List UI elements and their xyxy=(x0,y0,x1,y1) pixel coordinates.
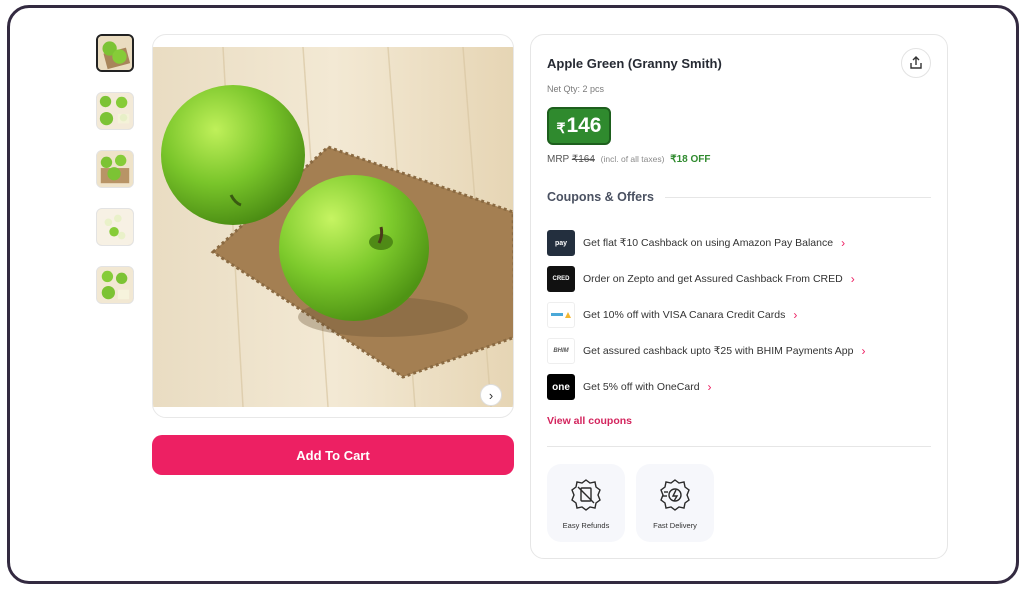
next-image-button[interactable]: › xyxy=(480,384,502,406)
product-details-card: Apple Green (Granny Smith) Net Qty: 2 pc… xyxy=(530,34,948,559)
feature-label: Fast Delivery xyxy=(653,521,697,530)
offer-text: Get 5% off with OneCard xyxy=(583,381,700,393)
cred-logo-icon: CRED xyxy=(547,266,575,292)
coupons-divider xyxy=(665,197,931,198)
chevron-right-icon: › xyxy=(488,387,494,403)
thumbnail-1[interactable] xyxy=(96,34,134,72)
price-value: 146 xyxy=(566,114,602,137)
offer-item-onecard[interactable]: one Get 5% off with OneCard › xyxy=(547,369,927,405)
share-button[interactable] xyxy=(901,48,931,78)
offer-text: Get assured cashback upto ₹25 with BHIM … xyxy=(583,345,854,357)
share-icon xyxy=(910,56,922,69)
bhim-logo-icon: BHIM xyxy=(547,338,575,364)
thumbnail-5[interactable] xyxy=(96,266,134,304)
thumbnail-4[interactable] xyxy=(96,208,134,246)
price-currency: ₹ xyxy=(556,119,566,136)
onecard-logo-icon: one xyxy=(547,374,575,400)
mrp-label: MRP xyxy=(547,154,570,165)
coupons-heading: Coupons & Offers xyxy=(547,190,654,204)
amazon-pay-logo-icon: pay xyxy=(547,230,575,256)
section-divider xyxy=(547,446,931,447)
offer-list: pay Get flat ₹10 Cashback on using Amazo… xyxy=(547,225,927,405)
mrp-value: ₹164 xyxy=(571,154,595,165)
product-image-viewer[interactable]: › xyxy=(152,34,514,418)
thumbnail-list xyxy=(96,34,136,324)
chevron-right-icon: › xyxy=(841,236,846,250)
thumbnail-3[interactable] xyxy=(96,150,134,188)
thumbnail-2[interactable] xyxy=(96,92,134,130)
offer-item-amazon-pay[interactable]: pay Get flat ₹10 Cashback on using Amazo… xyxy=(547,225,927,261)
refund-badge-icon xyxy=(571,479,601,511)
product-title: Apple Green (Granny Smith) xyxy=(547,56,722,71)
offer-item-cred[interactable]: CRED Order on Zepto and get Assured Cash… xyxy=(547,261,927,297)
mrp-line: MRP ₹164 (incl. of all taxes) ₹18 OFF xyxy=(547,154,710,165)
offer-text: Order on Zepto and get Assured Cashback … xyxy=(583,273,843,285)
canara-bank-logo-icon xyxy=(547,302,575,328)
feature-label: Easy Refunds xyxy=(562,521,610,530)
chevron-right-icon: › xyxy=(793,308,798,322)
tax-note: (incl. of all taxes) xyxy=(600,154,665,164)
discount-text: ₹18 OFF xyxy=(670,154,711,165)
feature-easy-refunds: Easy Refunds xyxy=(547,464,625,542)
chevron-right-icon: › xyxy=(861,344,866,358)
price-badge: ₹ 146 xyxy=(547,107,611,145)
view-all-coupons-link[interactable]: View all coupons xyxy=(547,415,632,427)
offer-item-visa-canara[interactable]: Get 10% off with VISA Canara Credit Card… xyxy=(547,297,927,333)
feature-fast-delivery: Fast Delivery xyxy=(636,464,714,542)
fast-delivery-badge-icon xyxy=(660,479,690,511)
offer-text: Get flat ₹10 Cashback on using Amazon Pa… xyxy=(583,237,834,249)
chevron-right-icon: › xyxy=(707,380,712,394)
chevron-right-icon: › xyxy=(850,272,855,286)
offer-item-bhim[interactable]: BHIM Get assured cashback upto ₹25 with … xyxy=(547,333,927,369)
net-quantity: Net Qty: 2 pcs xyxy=(547,84,605,94)
product-photo xyxy=(153,47,513,407)
offer-text: Get 10% off with VISA Canara Credit Card… xyxy=(583,309,786,321)
add-to-cart-button[interactable]: Add To Cart xyxy=(152,435,514,475)
